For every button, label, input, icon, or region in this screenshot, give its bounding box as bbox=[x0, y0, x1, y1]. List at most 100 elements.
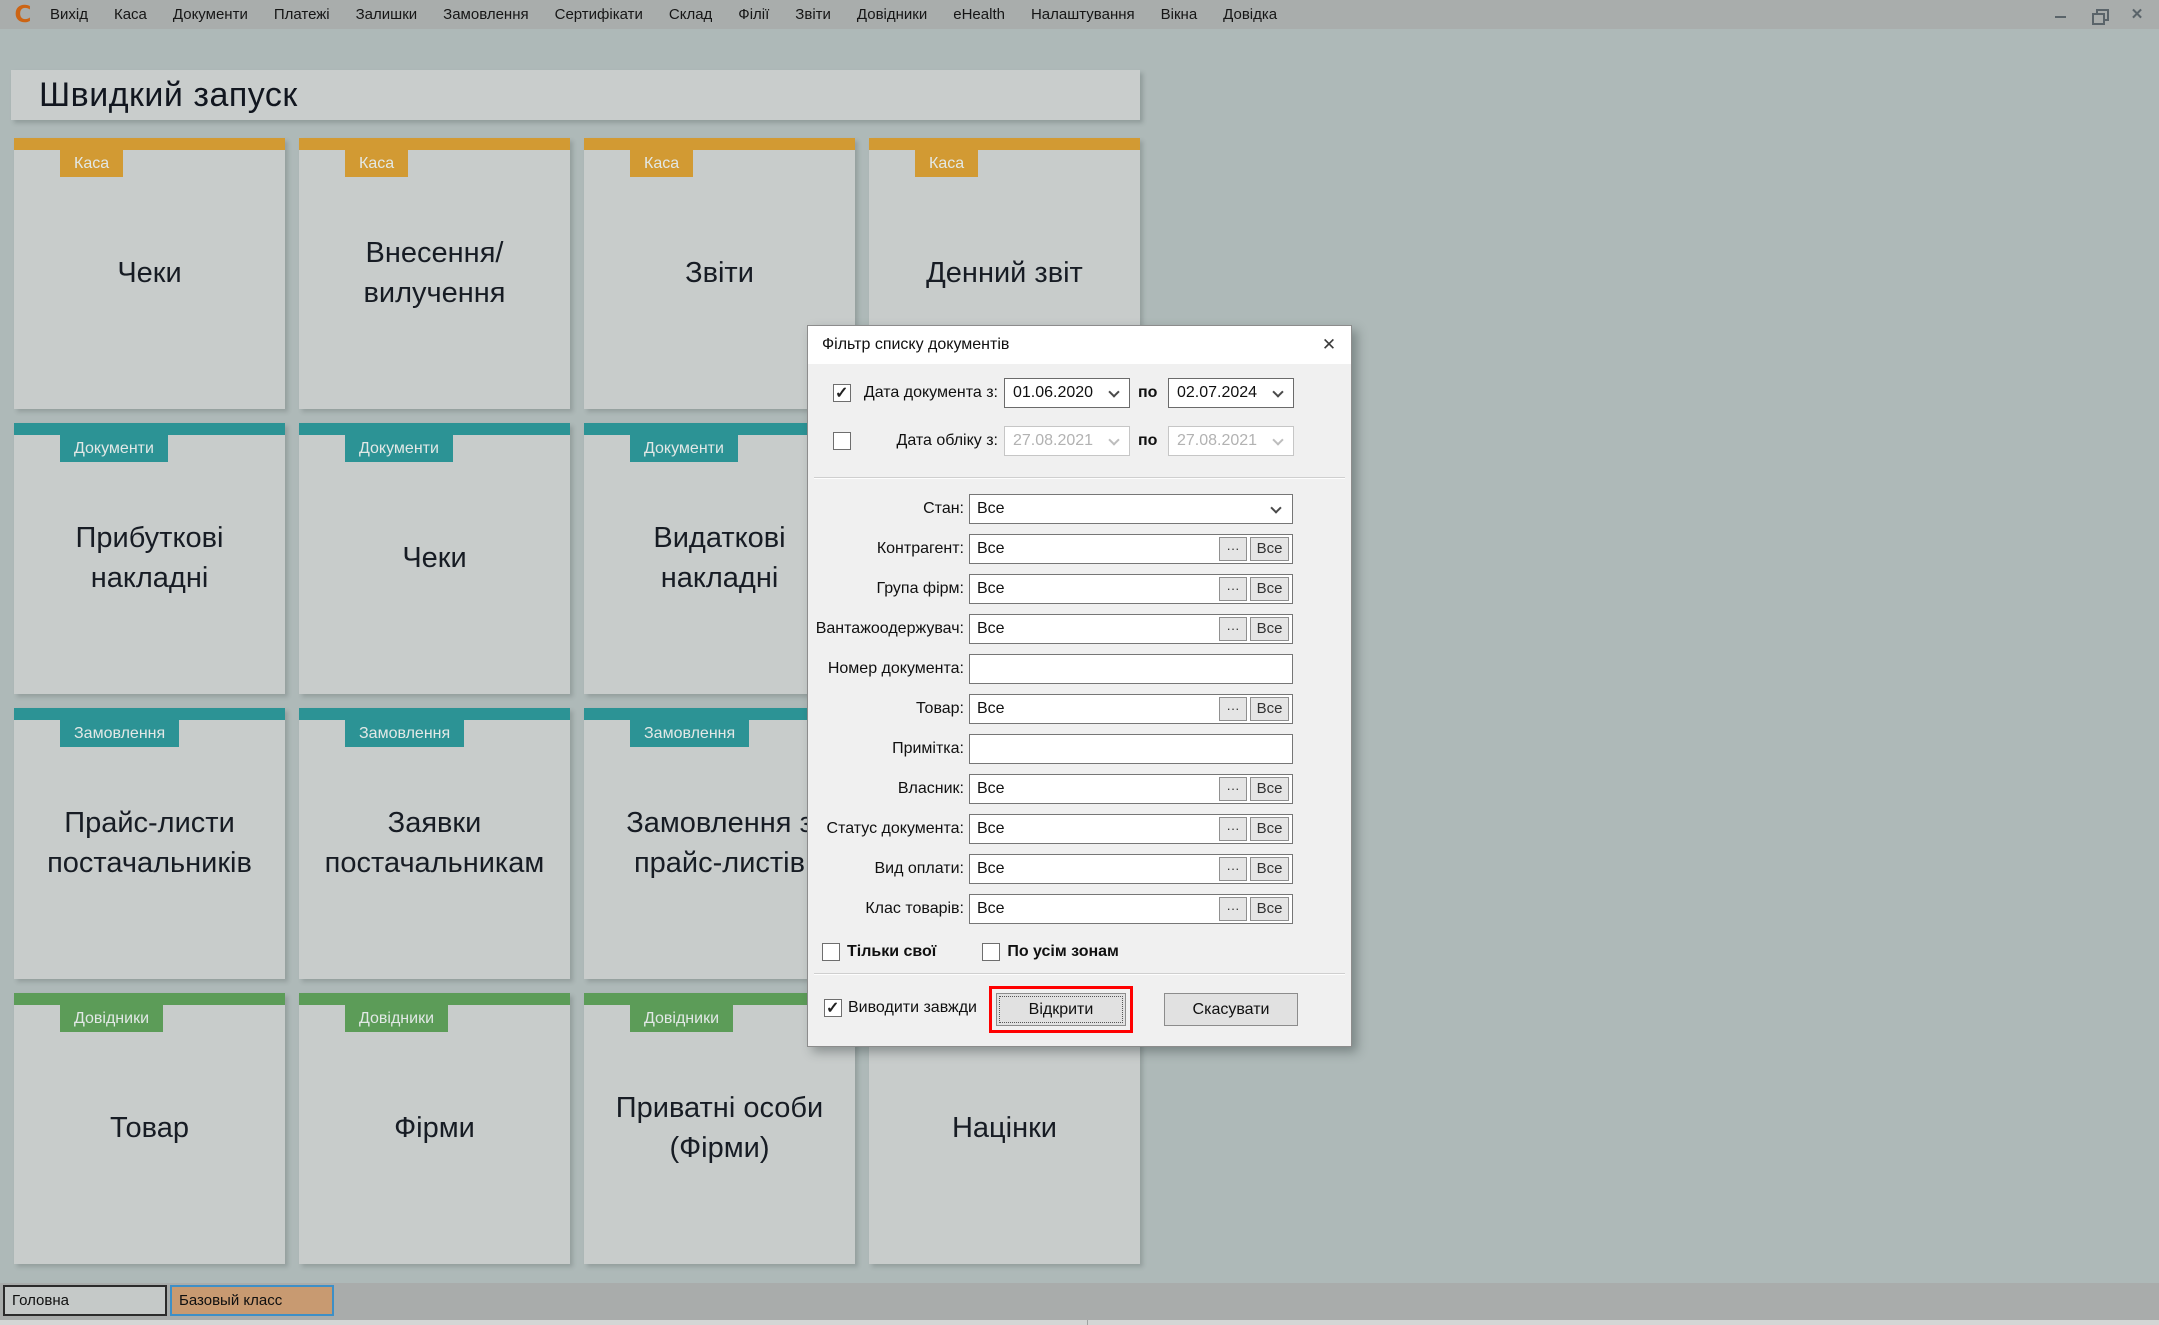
date-checkbox-data-obliku[interactable] bbox=[833, 432, 851, 450]
tile-zam-zaiavky[interactable]: ЗамовленняЗаявки постачальникам bbox=[299, 708, 570, 979]
date-from-combo-data-obliku[interactable]: 27.08.2021 bbox=[1004, 426, 1130, 456]
only-own-label: Тільки свої bbox=[847, 943, 936, 961]
field-lookup-vyd-oplaty: Все···Все bbox=[969, 854, 1293, 884]
field-value-klas-tovariv[interactable]: Все bbox=[970, 895, 1219, 923]
statusbar-tab-holovna[interactable]: Головна bbox=[3, 1285, 167, 1316]
always-show-label: Виводити завжди bbox=[848, 999, 977, 1017]
only-own-option[interactable]: Тільки свої bbox=[822, 943, 936, 961]
field-value-hrupa-firm[interactable]: Все bbox=[970, 575, 1219, 603]
quick-launch-title: Швидкий запуск bbox=[11, 70, 1140, 120]
menu-item-13[interactable]: Вікна bbox=[1161, 6, 1198, 23]
all-button-vlasnyk[interactable]: Все bbox=[1250, 777, 1289, 801]
menu-item-6[interactable]: Сертифікати bbox=[555, 6, 643, 23]
minimize-icon[interactable] bbox=[2053, 7, 2069, 23]
date-row-data-dokumenta: Дата документа з:01.06.2020по02.07.2024 bbox=[808, 378, 1351, 408]
field-row-vantazhooderzhuvach: Вантажоодержувач:Все···Все bbox=[808, 614, 1351, 644]
all-button-kontrahent[interactable]: Все bbox=[1250, 537, 1289, 561]
menu-item-11[interactable]: eHealth bbox=[953, 6, 1005, 23]
ellipsis-button-hrupa-firm[interactable]: ··· bbox=[1219, 577, 1247, 601]
all-zones-option[interactable]: По усім зонам bbox=[982, 943, 1119, 961]
tile-dok-cheky[interactable]: ДокументиЧеки bbox=[299, 423, 570, 694]
field-label-hrupa-firm: Група фірм: bbox=[814, 574, 964, 604]
always-show-checkbox[interactable] bbox=[824, 999, 842, 1017]
date-checkbox-data-dokumenta[interactable] bbox=[833, 384, 851, 402]
field-value-status-dokumenta[interactable]: Все bbox=[970, 815, 1219, 843]
menu-item-7[interactable]: Склад bbox=[669, 6, 712, 23]
field-value-vantazhooderzhuvach[interactable]: Все bbox=[970, 615, 1219, 643]
status-bar: Головна Базовый класс bbox=[0, 1283, 2159, 1320]
ellipsis-button-status-dokumenta[interactable]: ··· bbox=[1219, 817, 1247, 841]
field-value-kontrahent[interactable]: Все bbox=[970, 535, 1219, 563]
tile-label: Чеки bbox=[14, 138, 285, 409]
ellipsis-button-klas-tovariv[interactable]: ··· bbox=[1219, 897, 1247, 921]
cancel-button[interactable]: Скасувати bbox=[1164, 993, 1298, 1026]
menu-item-14[interactable]: Довідка bbox=[1223, 6, 1277, 23]
bottom-strip bbox=[0, 1320, 2159, 1325]
field-value-tovar[interactable]: Все bbox=[970, 695, 1219, 723]
field-input-prymitka[interactable] bbox=[969, 734, 1293, 764]
field-label-vlasnyk: Власник: bbox=[814, 774, 964, 804]
menu-item-2[interactable]: Документи bbox=[173, 6, 248, 23]
dialog-close-icon[interactable]: ✕ bbox=[1317, 333, 1341, 357]
all-button-klas-tovariv[interactable]: Все bbox=[1250, 897, 1289, 921]
all-button-vyd-oplaty[interactable]: Все bbox=[1250, 857, 1289, 881]
all-button-status-dokumenta[interactable]: Все bbox=[1250, 817, 1289, 841]
field-label-status-dokumenta: Статус документа: bbox=[814, 814, 964, 844]
tile-dok-prybutkovi[interactable]: ДокументиПрибуткові накладні bbox=[14, 423, 285, 694]
dialog-title: Фільтр списку документів bbox=[808, 326, 1351, 364]
ellipsis-button-vlasnyk[interactable]: ··· bbox=[1219, 777, 1247, 801]
app-logo-icon: C bbox=[10, 3, 36, 27]
ellipsis-button-kontrahent[interactable]: ··· bbox=[1219, 537, 1247, 561]
ellipsis-button-vyd-oplaty[interactable]: ··· bbox=[1219, 857, 1247, 881]
menu-item-8[interactable]: Філії bbox=[738, 6, 769, 23]
tile-kasa-vnesennia[interactable]: КасаВнесення/вилучення bbox=[299, 138, 570, 409]
open-button[interactable]: Відкрити bbox=[996, 993, 1126, 1026]
menu-item-5[interactable]: Замовлення bbox=[443, 6, 528, 23]
date-to-combo-data-dokumenta[interactable]: 02.07.2024 bbox=[1168, 378, 1294, 408]
field-value-vyd-oplaty[interactable]: Все bbox=[970, 855, 1219, 883]
date-row-data-obliku: Дата обліку з:27.08.2021по27.08.2021 bbox=[808, 426, 1351, 456]
field-row-hrupa-firm: Група фірм:Все···Все bbox=[808, 574, 1351, 604]
menu-item-1[interactable]: Каса bbox=[114, 6, 147, 23]
tile-zam-prais-lysty[interactable]: ЗамовленняПрайс-листи постачальників bbox=[14, 708, 285, 979]
date-from-combo-data-dokumenta[interactable]: 01.06.2020 bbox=[1004, 378, 1130, 408]
tile-dov-tovar[interactable]: ДовідникиТовар bbox=[14, 993, 285, 1264]
tile-dov-firmy[interactable]: ДовідникиФірми bbox=[299, 993, 570, 1264]
date-sep-label: по bbox=[1138, 426, 1157, 456]
all-button-tovar[interactable]: Все bbox=[1250, 697, 1289, 721]
chevron-down-icon bbox=[1272, 434, 1283, 445]
all-zones-checkbox[interactable] bbox=[982, 943, 1000, 961]
menu-item-0[interactable]: Вихід bbox=[50, 6, 88, 23]
dialog-titlebar[interactable]: Фільтр списку документів ✕ bbox=[808, 326, 1351, 364]
chevron-down-icon bbox=[1108, 386, 1119, 397]
field-label-klas-tovariv: Клас товарів: bbox=[814, 894, 964, 924]
field-input-nomer-dokumenta[interactable] bbox=[969, 654, 1293, 684]
field-label-nomer-dokumenta: Номер документа: bbox=[814, 654, 964, 684]
menu-item-12[interactable]: Налаштування bbox=[1031, 6, 1135, 23]
field-value-stan: Все bbox=[970, 495, 1292, 523]
tile-kasa-cheky[interactable]: КасаЧеки bbox=[14, 138, 285, 409]
menu-item-3[interactable]: Платежі bbox=[274, 6, 330, 23]
field-label-prymitka: Примітка: bbox=[814, 734, 964, 764]
field-select-stan[interactable]: Все bbox=[969, 494, 1293, 524]
always-show-option[interactable]: Виводити завжди bbox=[824, 999, 977, 1017]
statusbar-tab-bazovyi-klass[interactable]: Базовый класс bbox=[170, 1285, 334, 1316]
tile-label: Внесення/вилучення bbox=[299, 138, 570, 409]
all-button-hrupa-firm[interactable]: Все bbox=[1250, 577, 1289, 601]
date-label-data-dokumenta: Дата документа з: bbox=[856, 378, 998, 408]
field-label-kontrahent: Контрагент: bbox=[814, 534, 964, 564]
field-value-vlasnyk[interactable]: Все bbox=[970, 775, 1219, 803]
tile-label: Фірми bbox=[299, 993, 570, 1264]
menu-item-9[interactable]: Звіти bbox=[795, 6, 831, 23]
menu-item-10[interactable]: Довідники bbox=[857, 6, 927, 23]
field-row-klas-tovariv: Клас товарів:Все···Все bbox=[808, 894, 1351, 924]
field-lookup-hrupa-firm: Все···Все bbox=[969, 574, 1293, 604]
ellipsis-button-tovar[interactable]: ··· bbox=[1219, 697, 1247, 721]
date-to-combo-data-obliku[interactable]: 27.08.2021 bbox=[1168, 426, 1294, 456]
restore-icon[interactable] bbox=[2091, 7, 2107, 23]
close-window-icon[interactable]: ✕ bbox=[2129, 7, 2145, 23]
all-button-vantazhooderzhuvach[interactable]: Все bbox=[1250, 617, 1289, 641]
menu-item-4[interactable]: Залишки bbox=[356, 6, 418, 23]
only-own-checkbox[interactable] bbox=[822, 943, 840, 961]
ellipsis-button-vantazhooderzhuvach[interactable]: ··· bbox=[1219, 617, 1247, 641]
